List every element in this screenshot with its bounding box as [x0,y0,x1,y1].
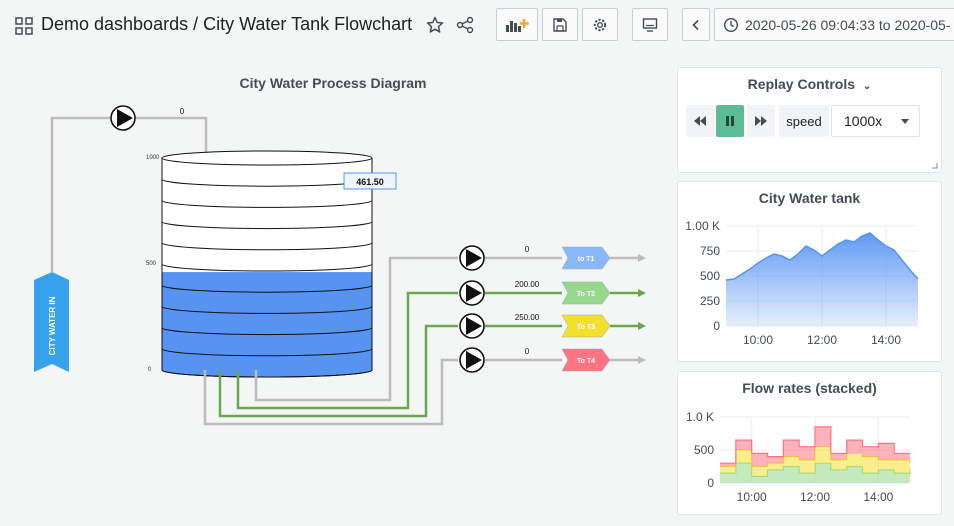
speed-select[interactable]: 1000x [831,105,920,137]
output-arrowhead [638,356,646,364]
flow-chart-panel: Flow rates (stacked) 1.0 K 500 0 10:00 12:00… [677,371,942,515]
replay-controls-title[interactable]: Replay Controls ⌄ [678,76,941,92]
fast-forward-button[interactable] [747,105,775,137]
gear-icon [593,18,607,31]
save-icon [553,17,567,32]
y-tick-label: 500 [694,443,714,457]
y-tick-label: 250 [700,294,720,308]
x-tick-label: 12:00 [807,333,837,347]
speed-value: 1000x [844,113,883,129]
time-range-text: 2020-05-26 09:04:33 to 2020-05- [745,16,951,33]
star-icon[interactable] [426,16,444,34]
top-bar: Demo dashboards / City Water Tank Flowch… [0,0,954,50]
scale-mid: 500 [146,261,157,267]
pause-icon [726,116,734,126]
y-tick-label: 1.0 K [686,410,714,424]
flow-chart: 1.0 K 500 0 10:00 12:00 14:00 [686,410,911,504]
replay-controls-panel: Replay Controls ⌄ speed 1000x [677,67,942,173]
y-tick-label: 750 [700,244,720,258]
inlet-flow-value: 0 [180,107,185,116]
output-tag: To T2 [561,281,611,305]
rewind-button[interactable] [686,105,714,137]
add-panel-icon [506,18,529,32]
output-pump-icon[interactable] [459,245,485,271]
output-flow-value: 0 [525,347,530,356]
chevron-left-icon [692,19,699,30]
settings-button[interactable] [582,8,618,41]
tank-chart: 1.00 K 750 500 250 0 10:00 12:00 14:00 [685,219,919,347]
tank-level-readout: 461.50 [343,172,397,190]
output-arrowhead [638,322,646,330]
output-tag-label: To T4 [577,358,595,365]
y-tick-label: 1.00 K [685,219,720,233]
output-tag: to T1 [561,246,611,270]
tank-chart-panel: City Water tank 1.00 K 750 500 250 0 10:00 12:… [677,181,942,362]
page-title[interactable]: Demo dashboards / City Water Tank Flowch… [41,14,412,35]
output-arrowhead [638,254,646,262]
output-flow-value: 200.00 [515,280,540,289]
x-tick-label: 12:00 [800,490,830,504]
monitor-icon [642,17,658,32]
resize-handle-icon[interactable] [932,163,938,169]
output-pump-icon[interactable] [459,313,485,339]
output-tag-label: To T2 [577,291,595,298]
x-tick-label: 10:00 [743,333,773,347]
output-flow-value: 0 [525,245,530,254]
x-tick-label: 14:00 [871,333,901,347]
add-panel-button[interactable] [496,8,538,41]
water-tank [161,150,373,378]
x-tick-label: 14:00 [863,490,893,504]
tv-mode-button[interactable] [632,8,668,41]
inlet-pump-icon[interactable] [110,105,136,131]
svg-text:461.50: 461.50 [356,177,384,187]
save-button[interactable] [542,8,578,41]
inlet-pipe-to-tank [136,116,208,156]
output-pump-icon[interactable] [459,280,485,306]
clock-icon [723,17,739,32]
y-tick-label: 500 [700,269,720,283]
scale-min: 0 [148,367,152,373]
tank-chart-title[interactable]: City Water tank [678,190,941,206]
y-tick-label: 0 [713,319,720,333]
rewind-icon [694,116,706,126]
share-icon[interactable] [456,16,474,34]
y-tick-label: 0 [707,476,714,490]
chevron-down-icon[interactable]: ⌄ [863,81,871,92]
x-tick-label: 10:00 [737,490,767,504]
output-pump-icon[interactable] [459,347,485,373]
inlet-label: CITY WATER IN [48,296,57,355]
city-water-inlet: CITY WATER IN [34,272,69,372]
pause-button[interactable] [716,105,744,137]
process-diagram: 0 CITY WATER IN 1000 500 0 461.50 0 to T1… [34,105,646,426]
output-tag: To T3 [561,314,611,338]
flow-chart-title[interactable]: Flow rates (stacked) [678,380,941,396]
caret-down-icon [901,119,909,124]
time-range-picker[interactable]: 2020-05-26 09:04:33 to 2020-05- [714,8,954,41]
output-tag-label: To T3 [577,324,595,331]
tank-top [161,150,373,166]
output-tag: To T4 [561,348,611,372]
speed-label: speed [779,105,829,137]
output-arrowhead [638,289,646,297]
inlet-pipe [50,116,110,272]
fast-forward-icon [755,116,767,126]
output-tag-label: to T1 [578,256,595,263]
scale-max: 1000 [146,155,160,161]
time-back-button[interactable] [682,8,710,41]
output-flow-value: 250.00 [515,313,540,322]
dashboard-grid-icon[interactable] [15,17,33,35]
